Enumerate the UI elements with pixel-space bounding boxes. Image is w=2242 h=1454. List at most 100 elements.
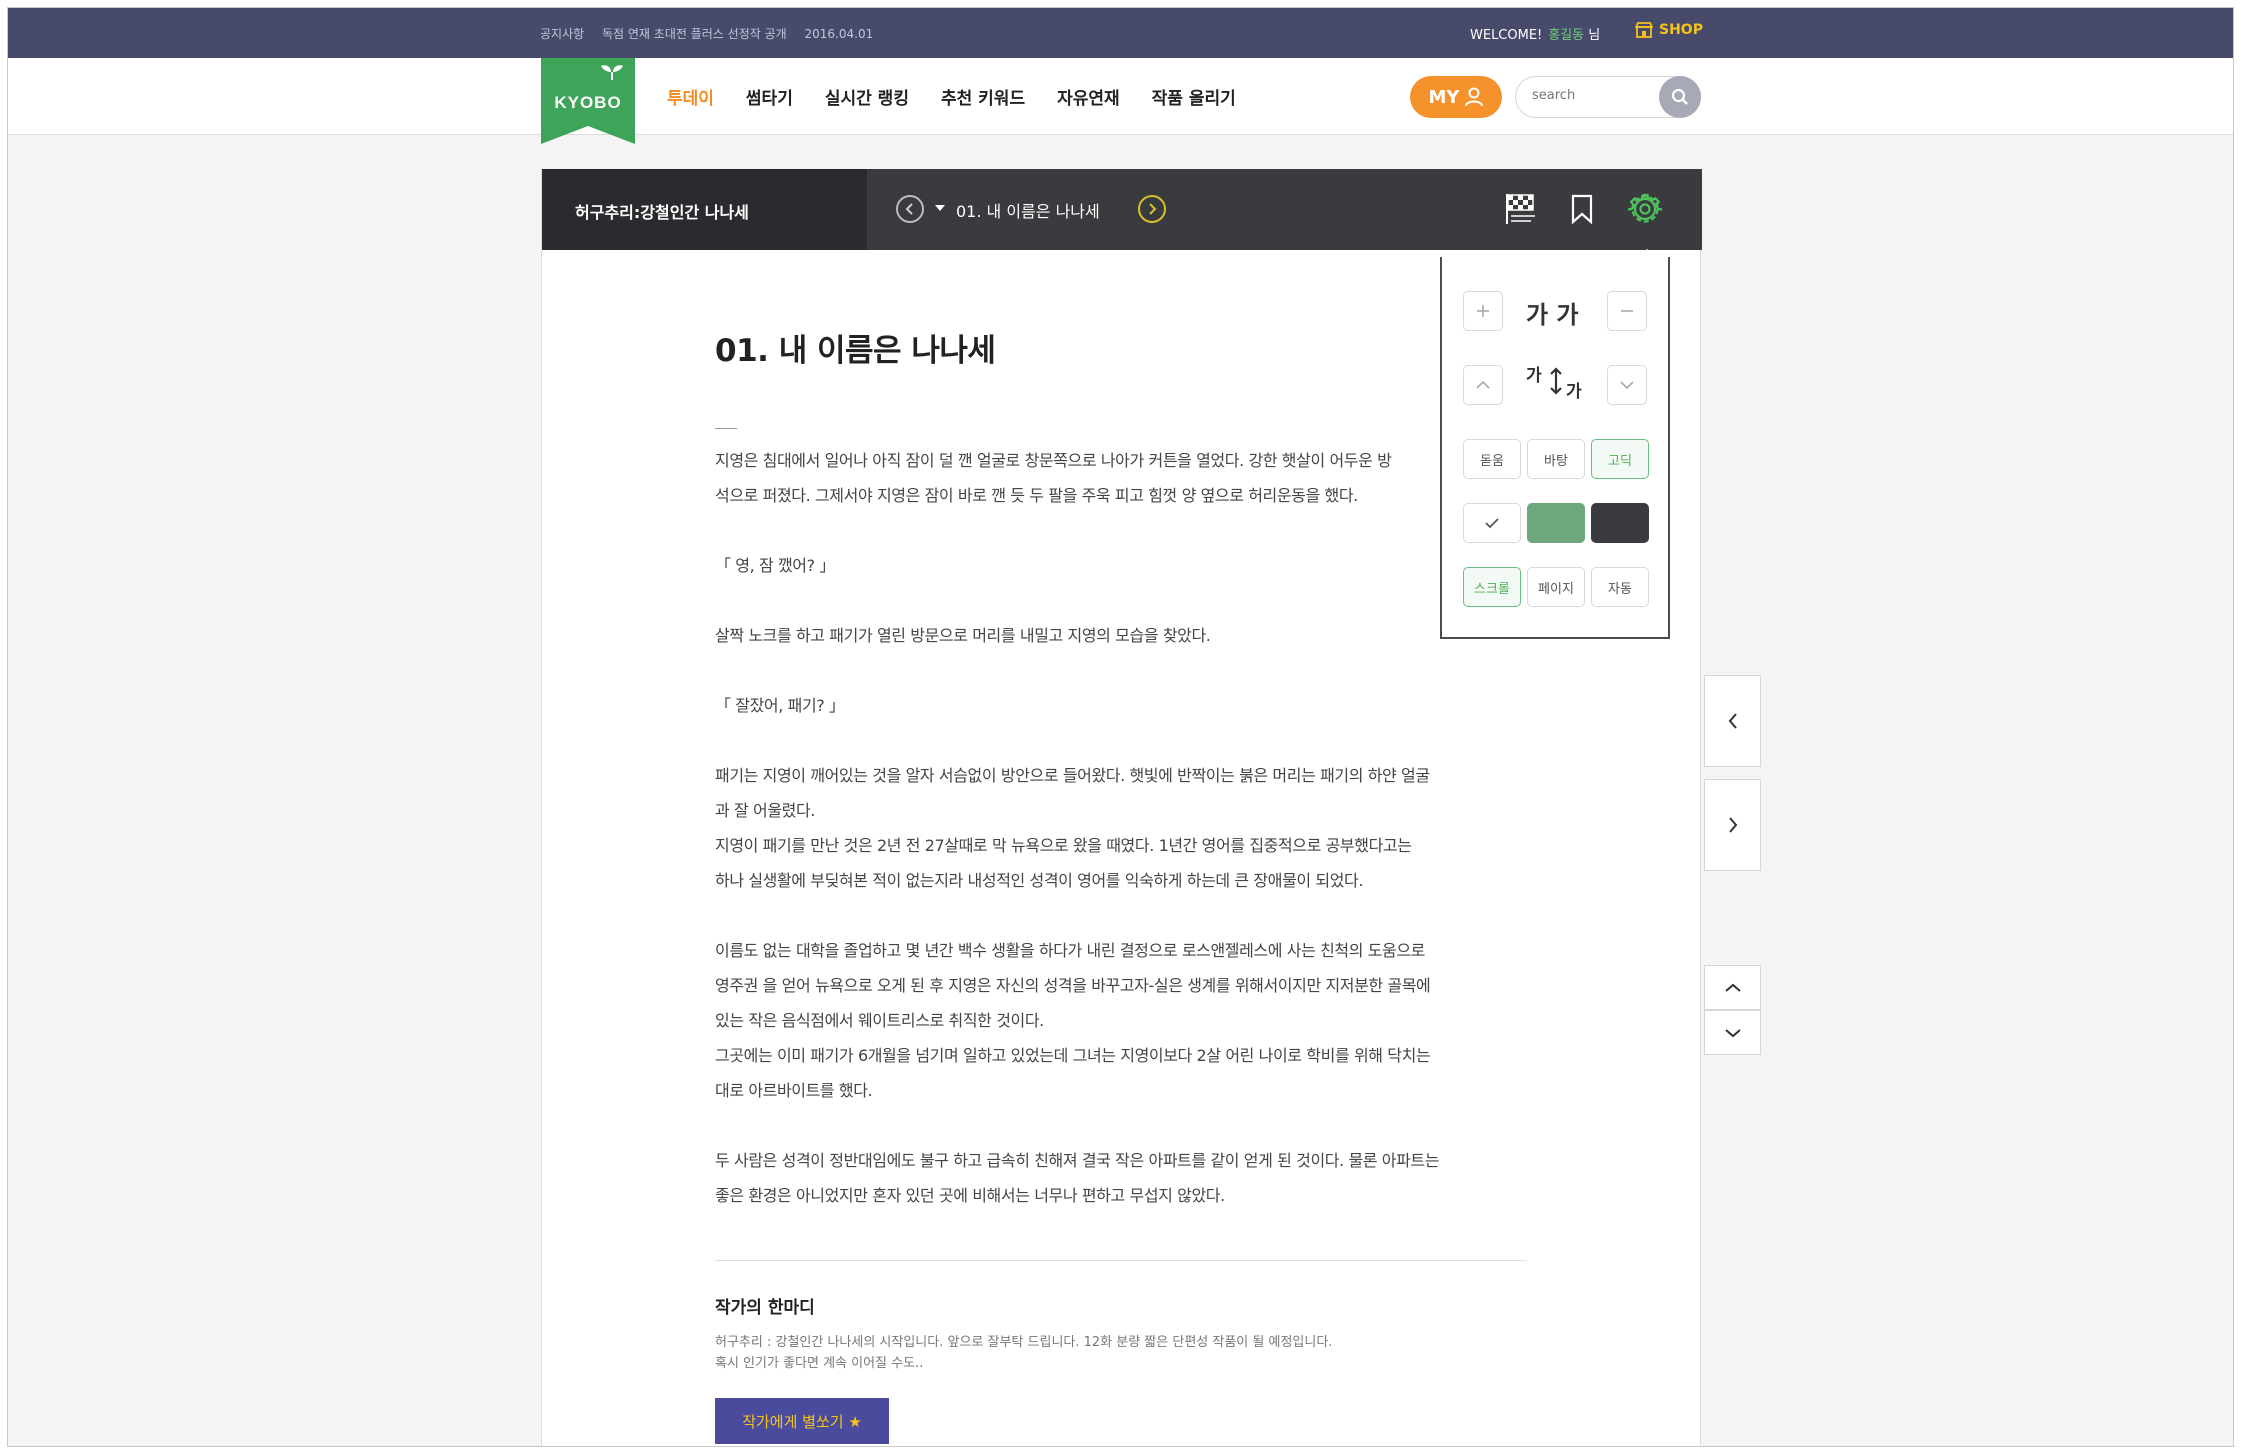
nav-upload-work[interactable]: 작품 올리기 [1152, 84, 1236, 109]
chevron-left-icon [1728, 713, 1737, 729]
title-divider [715, 428, 737, 429]
prev-episode-button[interactable] [896, 195, 924, 223]
line-height-decrease-button[interactable] [1607, 365, 1647, 405]
checkered-flag-icon [1506, 194, 1535, 224]
scroll-down-button[interactable] [1704, 1010, 1761, 1055]
author-note-line: 혹시 인기가 좋다면 계속 이어질 수도.. [715, 1356, 924, 1371]
text-line: 하나 실생활에 부딪혀본 적이 없는지라 내성적인 성격이 영어를 익숙하게 하… [715, 871, 1364, 890]
text-line: 살짝 노크를 하고 패기가 열린 방문으로 머리를 내밀고 지영의 모습을 찾았… [715, 626, 1211, 645]
text-line: 좋은 환경은 아니었지만 혼자 있던 곳에 비해서는 너무나 편하고 무섭지 않… [715, 1186, 1225, 1205]
line-height-big: 가 [1526, 366, 1542, 386]
nav-free-serial[interactable]: 자유연재 [1057, 84, 1120, 109]
author-note-heading: 작가의 한마디 [715, 1298, 815, 1318]
scroll-up-button[interactable] [1704, 965, 1761, 1010]
notice-area: 공지사항 독점 연재 초대전 플러스 선정작 공개 2016.04.01 [540, 25, 887, 42]
text-line: 석으로 퍼졌다. 그제서야 지영은 잠이 바로 깬 듯 두 팔을 주욱 피고 힘… [715, 486, 1358, 505]
view-scroll-option[interactable]: 스크롤 [1463, 567, 1521, 607]
user-icon [1465, 87, 1484, 107]
notice-label[interactable]: 공지사항 [540, 27, 584, 41]
nav-realtime-ranking[interactable]: 실시간 랭킹 [825, 84, 909, 109]
text-line: 지영은 침대에서 일어나 아직 잠이 덜 깬 얼굴로 창문쪽으로 나아가 커튼을… [715, 451, 1392, 470]
text-line: 그곳에는 이미 패기가 6개월을 넘기며 일하고 있었는데 그녀는 지영이보다 … [715, 1046, 1431, 1065]
text-line: 과 잘 어울렸다. [715, 801, 815, 820]
chevron-up-icon [1476, 380, 1490, 389]
up-down-arrow-icon [1550, 367, 1562, 395]
chevron-right-icon [1149, 203, 1157, 215]
welcome-label: WELCOME! [1470, 28, 1543, 43]
chevron-down-icon [1724, 1028, 1741, 1037]
chevron-left-icon [905, 203, 913, 215]
work-title[interactable]: 허구추리:강철인간 나나세 [575, 199, 749, 223]
bookmark-icon [1571, 194, 1593, 224]
work-title-block: 허구추리:강철인간 나나세 [542, 169, 867, 250]
theme-white-swatch[interactable] [1463, 503, 1521, 543]
font-size-decrease-button[interactable] [1607, 291, 1647, 331]
font-size-increase-button[interactable] [1463, 291, 1503, 331]
text-line: 패기는 지영이 깨어있는 것을 알자 서슴없이 방안으로 들어왔다. 햇빛에 반… [715, 766, 1430, 785]
shop-link[interactable]: SHOP [1635, 22, 1703, 38]
top-notice-bar: 공지사항 독점 연재 초대전 플러스 선정작 공개 2016.04.01 WEL… [8, 8, 2233, 58]
nav-today[interactable]: 투데이 [667, 84, 714, 109]
text-line: 있는 작은 음식점에서 웨이트리스로 취직한 것이다. [715, 1011, 1044, 1030]
text-line: 대로 아르바이트를 했다. [715, 1081, 873, 1100]
line-height-small: 가 [1566, 382, 1582, 402]
logo-text: KYOBO [554, 93, 621, 112]
next-page-button[interactable] [1704, 779, 1761, 871]
chevron-down-icon [1620, 381, 1634, 390]
notice-text[interactable]: 독점 연재 초대전 플러스 선정작 공개 [602, 27, 787, 41]
site-header: KYOBO 투데이 썸타기 실시간 랭킹 추천 키워드 자유연재 작품 올리기 … [8, 58, 2233, 144]
nav-recommended-keywords[interactable]: 추천 키워드 [941, 84, 1025, 109]
text-line: 「 잘잤어, 패기? 」 [715, 696, 845, 715]
episode-title[interactable]: 01. 내 이름은 나나세 [956, 198, 1100, 222]
my-label: MY [1428, 86, 1460, 108]
font-dotum-option[interactable]: 돋움 [1463, 439, 1521, 479]
settings-button[interactable] [1627, 191, 1663, 227]
font-size-label: 가 가 [1526, 301, 1579, 329]
next-episode-button[interactable] [1138, 195, 1166, 223]
checkered-flag-button[interactable] [1502, 191, 1538, 227]
text-line: 지영이 패기를 만난 것은 2년 전 27살때로 막 뉴욕으로 왔을 때였다. … [715, 836, 1412, 855]
search-button[interactable] [1659, 76, 1701, 118]
view-auto-option[interactable]: 자동 [1591, 567, 1649, 607]
chevron-up-icon [1724, 983, 1741, 992]
line-height-label: 가 가 [1526, 361, 1596, 402]
user-name[interactable]: 홍길동 [1548, 28, 1584, 43]
main-nav: 투데이 썸타기 실시간 랭킹 추천 키워드 자유연재 작품 올리기 [667, 84, 1268, 109]
notice-date: 2016.04.01 [804, 27, 874, 41]
popup-caret [1638, 249, 1656, 258]
welcome-message: WELCOME! 홍길동 님 [1470, 24, 1600, 43]
browser-frame: 공지사항 독점 연재 초대전 플러스 선정작 공개 2016.04.01 WEL… [7, 7, 2234, 1447]
minus-icon [1621, 310, 1633, 312]
body-text: 지영은 침대에서 일어나 아직 잠이 덜 깬 얼굴로 창문쪽으로 나아가 커튼을… [715, 443, 1535, 1213]
text-line: 「 영, 잠 깼어? 」 [715, 556, 836, 575]
prev-page-button[interactable] [1704, 675, 1761, 767]
theme-dark-swatch[interactable] [1591, 503, 1649, 543]
font-gothic-option[interactable]: 고딕 [1591, 439, 1649, 479]
font-batang-option[interactable]: 바탕 [1527, 439, 1585, 479]
search-icon [1671, 88, 1688, 105]
plus-icon [1477, 305, 1489, 317]
reader-toolbar: 허구추리:강철인간 나나세 01. 내 이름은 나나세 [542, 169, 1702, 250]
chapter-title: 01. 내 이름은 나나세 [715, 333, 996, 369]
my-button[interactable]: MY [1410, 76, 1502, 118]
gear-icon [1628, 193, 1662, 223]
nav-sseom[interactable]: 썸타기 [746, 84, 793, 109]
kyobo-logo[interactable]: KYOBO [541, 58, 635, 144]
theme-green-swatch[interactable] [1527, 503, 1585, 543]
user-suffix: 님 [1588, 28, 1601, 43]
check-icon [1485, 518, 1499, 529]
author-divider [715, 1260, 1527, 1261]
author-note-line: 허구추리 : 강철인간 나나세의 시작입니다. 앞으로 잘부탁 드립니다. 12… [715, 1335, 1333, 1350]
send-star-button[interactable]: 작가에게 별쏘기 ★ [715, 1398, 889, 1444]
author-note: 허구추리 : 강철인간 나나세의 시작입니다. 앞으로 잘부탁 드립니다. 12… [715, 1332, 1535, 1374]
shop-label: SHOP [1659, 22, 1703, 38]
view-page-option[interactable]: 페이지 [1527, 567, 1585, 607]
search-box [1515, 76, 1701, 118]
bookmark-button[interactable] [1564, 191, 1600, 227]
search-input[interactable] [1532, 88, 1652, 103]
text-line: 영주권 을 얻어 뉴욕으로 오게 된 후 지영은 자신의 성격을 바꾸고자-실은… [715, 976, 1431, 995]
episode-dropdown-caret[interactable] [935, 205, 945, 211]
text-line: 이름도 없는 대학을 졸업하고 몇 년간 백수 생활을 하다가 내린 결정으로 … [715, 941, 1426, 960]
shop-icon [1635, 22, 1653, 38]
line-height-increase-button[interactable] [1463, 365, 1503, 405]
